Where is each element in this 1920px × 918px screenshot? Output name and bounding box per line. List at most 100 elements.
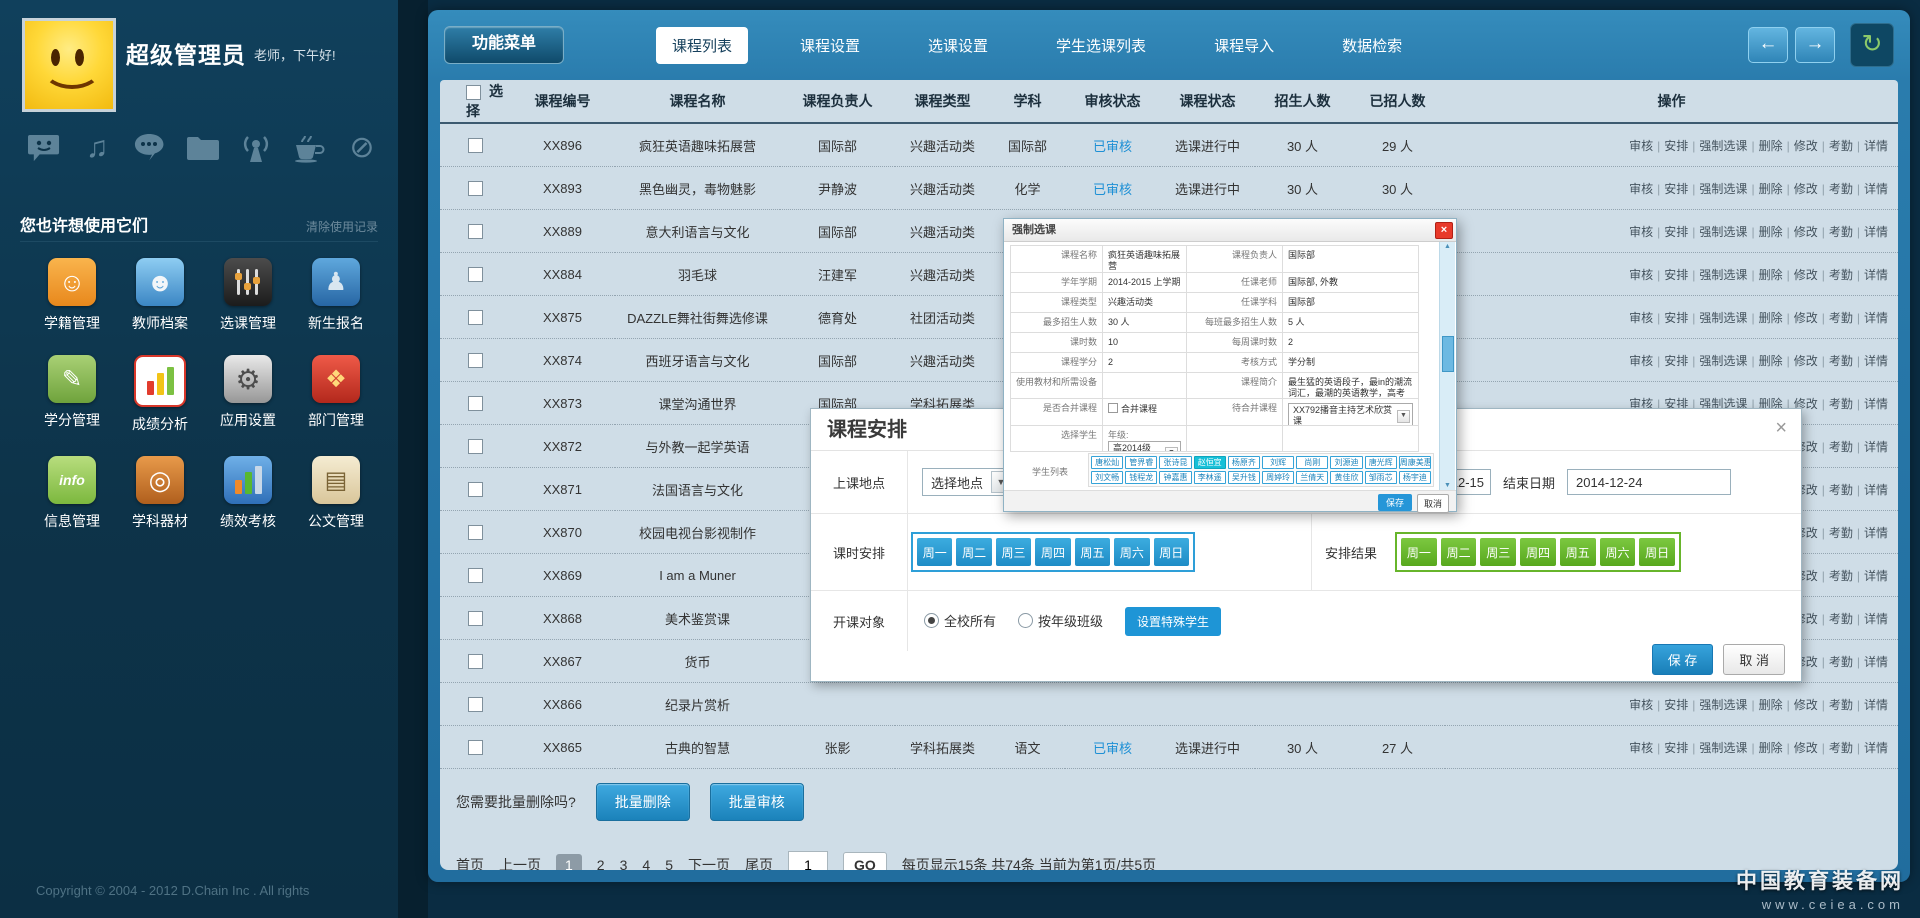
row-checkbox[interactable]: [468, 396, 483, 411]
app-info-mgmt[interactable]: info信息管理: [28, 456, 116, 531]
op-force-select[interactable]: 强制选课: [1699, 354, 1747, 368]
row-checkbox[interactable]: [468, 439, 483, 454]
save-button[interactable]: 保存: [1378, 494, 1412, 511]
row-checkbox[interactable]: [468, 654, 483, 669]
op-detail[interactable]: 详情: [1864, 483, 1888, 497]
close-icon[interactable]: ×: [1435, 222, 1453, 239]
weekday-chip[interactable]: 周二: [956, 538, 991, 566]
op-arrange[interactable]: 安排: [1664, 182, 1688, 196]
op-force-select[interactable]: 强制选课: [1699, 741, 1747, 755]
op-edit[interactable]: 修改: [1794, 182, 1818, 196]
op-review[interactable]: 审核: [1629, 741, 1653, 755]
op-detail[interactable]: 详情: [1864, 182, 1888, 196]
page-number-4[interactable]: 4: [642, 857, 650, 870]
op-delete[interactable]: 删除: [1759, 698, 1783, 712]
function-menu-button[interactable]: 功能菜单: [444, 26, 564, 64]
op-edit[interactable]: 修改: [1794, 311, 1818, 325]
op-delete[interactable]: 删除: [1759, 311, 1783, 325]
student-chip[interactable]: 管界睿: [1125, 456, 1157, 469]
student-chip[interactable]: 张诗昆: [1159, 456, 1191, 469]
op-review[interactable]: 审核: [1629, 225, 1653, 239]
page-prev[interactable]: 上一页: [499, 855, 541, 870]
folder-icon[interactable]: [185, 130, 221, 166]
op-attendance[interactable]: 考勤: [1829, 182, 1853, 196]
batch-delete-button[interactable]: 批量删除: [596, 783, 690, 821]
op-delete[interactable]: 删除: [1759, 139, 1783, 153]
page-number-3[interactable]: 3: [620, 857, 628, 870]
op-edit[interactable]: 修改: [1794, 354, 1818, 368]
student-chip[interactable]: 唐松灿: [1091, 456, 1123, 469]
block-icon[interactable]: ⊘: [344, 130, 380, 166]
student-chip[interactable]: 尚刚: [1296, 456, 1328, 469]
page-number-1[interactable]: 1: [556, 854, 582, 870]
tab-course-import[interactable]: 课程导入: [1198, 27, 1290, 64]
student-chip[interactable]: 唐光辉: [1365, 456, 1397, 469]
row-checkbox[interactable]: [468, 740, 483, 755]
student-chip[interactable]: 刘文畅: [1091, 471, 1123, 484]
coffee-icon[interactable]: [291, 130, 327, 166]
op-force-select[interactable]: 强制选课: [1699, 225, 1747, 239]
op-attendance[interactable]: 考勤: [1829, 354, 1853, 368]
op-force-select[interactable]: 强制选课: [1699, 311, 1747, 325]
student-chip[interactable]: 邹雨芯: [1365, 471, 1397, 484]
student-chip[interactable]: 钱程龙: [1125, 471, 1157, 484]
weekday-chip[interactable]: 周六: [1114, 538, 1149, 566]
music-icon[interactable]: ♫: [79, 130, 115, 166]
op-detail[interactable]: 详情: [1864, 139, 1888, 153]
close-icon[interactable]: ×: [1775, 417, 1787, 440]
op-detail[interactable]: 详情: [1864, 268, 1888, 282]
row-checkbox[interactable]: [468, 353, 483, 368]
select-all-checkbox[interactable]: [466, 85, 481, 100]
row-checkbox[interactable]: [468, 611, 483, 626]
op-review[interactable]: 审核: [1629, 139, 1653, 153]
student-chip[interactable]: 钟嘉惠: [1159, 471, 1191, 484]
row-checkbox[interactable]: [468, 138, 483, 153]
op-attendance[interactable]: 考勤: [1829, 741, 1853, 755]
op-detail[interactable]: 详情: [1864, 655, 1888, 669]
op-detail[interactable]: 详情: [1864, 225, 1888, 239]
student-chip[interactable]: 李林遥: [1194, 471, 1226, 484]
batch-review-button[interactable]: 批量审核: [710, 783, 804, 821]
op-attendance[interactable]: 考勤: [1829, 569, 1853, 583]
page-number-2[interactable]: 2: [597, 857, 605, 870]
scroll-down-icon[interactable]: ▼: [1440, 482, 1455, 489]
op-delete[interactable]: 删除: [1759, 225, 1783, 239]
op-detail[interactable]: 详情: [1864, 612, 1888, 626]
op-detail[interactable]: 详情: [1864, 526, 1888, 540]
app-subject-equipment[interactable]: ◎学科器材: [116, 456, 204, 531]
op-edit[interactable]: 修改: [1794, 698, 1818, 712]
student-chip[interactable]: 刘辉: [1262, 456, 1294, 469]
student-chip[interactable]: 刘源迪: [1330, 456, 1362, 469]
row-checkbox[interactable]: [468, 525, 483, 540]
weekday-chip[interactable]: 周一: [917, 538, 952, 566]
tab-data-search[interactable]: 数据检索: [1326, 27, 1418, 64]
student-chip[interactable]: 吴升钱: [1228, 471, 1260, 484]
op-arrange[interactable]: 安排: [1664, 698, 1688, 712]
app-credit-mgmt[interactable]: ✎学分管理: [28, 355, 116, 434]
app-department-mgmt[interactable]: ❖部门管理: [292, 355, 380, 434]
page-last[interactable]: 尾页: [745, 855, 773, 870]
student-chip[interactable]: 周婷玲: [1262, 471, 1294, 484]
go-button[interactable]: GO: [843, 852, 887, 870]
weekday-chip[interactable]: 周五: [1075, 538, 1110, 566]
radio-all-school[interactable]: 全校所有: [924, 611, 1018, 631]
tab-course-settings[interactable]: 课程设置: [784, 27, 876, 64]
op-detail[interactable]: 详情: [1864, 397, 1888, 411]
op-review[interactable]: 审核: [1629, 311, 1653, 325]
app-course-selection[interactable]: 选课管理: [204, 258, 292, 333]
op-attendance[interactable]: 考勤: [1829, 311, 1853, 325]
op-edit[interactable]: 修改: [1794, 225, 1818, 239]
radio-by-class[interactable]: 按年级班级: [1018, 611, 1125, 631]
message-icon[interactable]: [26, 130, 62, 166]
app-performance-review[interactable]: 绩效考核: [204, 456, 292, 531]
op-edit[interactable]: 修改: [1794, 741, 1818, 755]
op-review[interactable]: 审核: [1629, 698, 1653, 712]
page-first[interactable]: 首页: [456, 855, 484, 870]
row-checkbox[interactable]: [468, 482, 483, 497]
op-delete[interactable]: 删除: [1759, 182, 1783, 196]
student-chip[interactable]: 周康美惠: [1399, 456, 1431, 469]
op-attendance[interactable]: 考勤: [1829, 526, 1853, 540]
op-detail[interactable]: 详情: [1864, 311, 1888, 325]
app-document-mgmt[interactable]: ▤公文管理: [292, 456, 380, 531]
op-arrange[interactable]: 安排: [1664, 139, 1688, 153]
